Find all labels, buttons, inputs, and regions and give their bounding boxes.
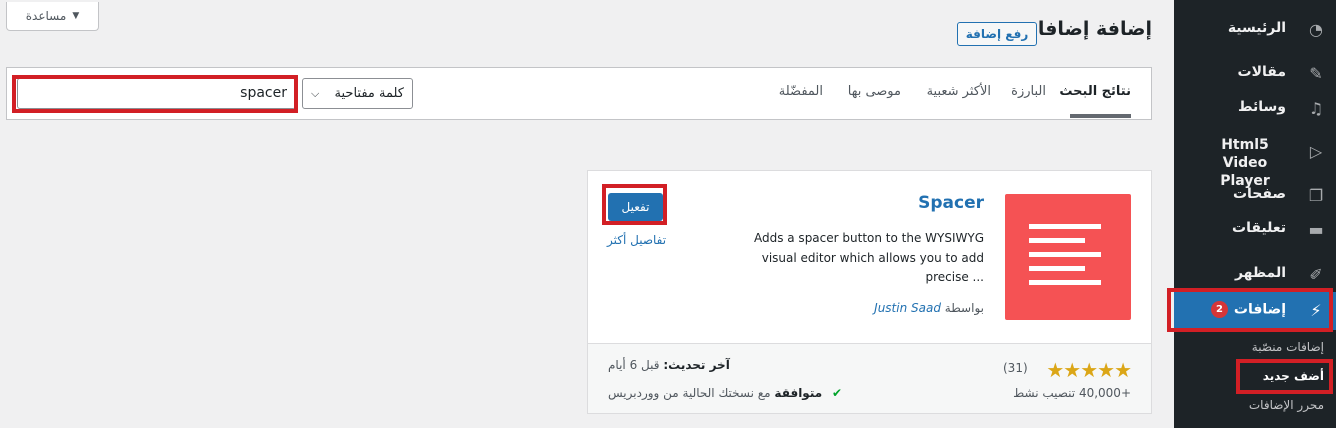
tab-favorites[interactable]: المفضّلة: [779, 84, 823, 99]
submenu-installed-plugins[interactable]: إضافات منصّبة: [1252, 340, 1324, 354]
upload-plugin-button[interactable]: رفع إضافة: [957, 22, 1037, 46]
search-input[interactable]: spacer: [17, 78, 296, 109]
dashboard-icon: ◔: [1309, 20, 1323, 39]
plugin-icon: ⚡: [1310, 301, 1322, 320]
star-rating: ★★★★★: [1046, 358, 1132, 382]
sidebar-item-posts[interactable]: ✎ مقالات: [1174, 64, 1336, 86]
search-type-select[interactable]: كلمة مفتاحية ⌵: [302, 78, 413, 109]
tab-search-results[interactable]: نتائج البحث: [1059, 84, 1131, 99]
submenu-add-new[interactable]: أضف جديد: [1263, 369, 1324, 383]
help-button[interactable]: مساعدة ▼: [6, 2, 99, 31]
submenu-plugin-editor[interactable]: محرر الإضافات: [1249, 398, 1324, 412]
comments-icon: ▬: [1308, 220, 1324, 239]
brush-icon: ✐: [1309, 265, 1323, 284]
caret-down-icon: ▼: [72, 11, 80, 21]
check-icon: ✔: [832, 386, 843, 400]
tab-featured[interactable]: البارزة: [1011, 84, 1046, 99]
tab-popular[interactable]: الأكثر شعبية: [927, 84, 991, 99]
play-icon: ▷: [1309, 142, 1323, 161]
rating-count[interactable]: (31): [1003, 361, 1028, 375]
pages-icon: ❐: [1308, 186, 1324, 205]
sidebar-item-label: وسائط: [1238, 99, 1286, 115]
page-title: إضافة إضافات: [1018, 18, 1152, 40]
author-link[interactable]: Justin Saad: [874, 301, 941, 315]
more-details-link[interactable]: تفاصيل أكثر: [607, 233, 666, 247]
sidebar-item-label: المظهر: [1234, 265, 1286, 281]
sidebar-item-label: إضافات 2: [1210, 301, 1286, 318]
sidebar-item-media[interactable]: ♫ وسائط: [1174, 99, 1336, 121]
active-tab-indicator: [1070, 114, 1131, 118]
compat-text: مع نسختك الحالية من ووردبريس: [608, 386, 771, 400]
chevron-down-icon: ⌵: [311, 86, 320, 100]
last-updated: آخر تحديث: قبل 6 أيام: [608, 358, 730, 372]
last-updated-label: آخر تحديث:: [663, 358, 730, 372]
update-count-badge: 2: [1210, 301, 1228, 318]
help-label: مساعدة: [25, 9, 67, 23]
sidebar-item-dashboard[interactable]: ◔ الرئيسية: [1174, 20, 1336, 42]
last-updated-value: قبل 6 أيام: [608, 358, 660, 372]
sidebar-item-plugins[interactable]: ⚡ إضافات 2: [1174, 292, 1336, 330]
sidebar-item-video-player[interactable]: ▷ Html5 Video Player: [1174, 136, 1336, 189]
plugin-description: Adds a spacer button to the WYSIWYG visu…: [753, 231, 984, 284]
plugin-name-link[interactable]: Spacer: [918, 193, 984, 213]
sidebar-item-comments[interactable]: ▬ تعليقات: [1174, 220, 1336, 242]
plugin-author: بواسطة Justin Saad: [874, 301, 984, 315]
admin-sidebar: ◔ الرئيسية ✎ مقالات ♫ وسائط ▷ Html5 Vide…: [1174, 0, 1336, 428]
plugin-card-footer: ★★★★★ (31) +40,000 تنصيب نشط آخر تحديث: …: [588, 343, 1151, 413]
plugin-filter-bar: نتائج البحث البارزة الأكثر شعبية موصى به…: [6, 67, 1152, 120]
compat-status: متوافقة: [774, 386, 823, 400]
media-icon: ♫: [1308, 99, 1324, 118]
plugin-thumbnail[interactable]: [1005, 194, 1131, 320]
active-installs: +40,000 تنصيب نشط: [1013, 386, 1131, 400]
sidebar-item-pages[interactable]: ❐ صفحات: [1174, 186, 1336, 208]
search-type-value: كلمة مفتاحية: [334, 86, 404, 101]
sidebar-item-label: Html5 Video Player: [1220, 137, 1270, 189]
sidebar-item-appearance[interactable]: ✐ المظهر: [1174, 265, 1336, 287]
compatibility: ✔ متوافقة مع نسختك الحالية من ووردبريس: [608, 386, 842, 400]
pin-icon: ✎: [1309, 64, 1323, 83]
sidebar-item-label: تعليقات: [1232, 220, 1286, 236]
tab-recommended[interactable]: موصى بها: [848, 84, 901, 99]
sidebar-item-label: الرئيسية: [1227, 20, 1286, 36]
plugins-label: إضافات: [1233, 301, 1286, 318]
activate-button[interactable]: تفعيل: [608, 193, 663, 221]
plugin-card: Spacer Adds a spacer button to the WYSIW…: [587, 170, 1152, 414]
author-prefix: بواسطة: [944, 301, 984, 315]
sidebar-item-label: مقالات: [1237, 64, 1287, 80]
sidebar-item-label: صفحات: [1232, 186, 1286, 202]
